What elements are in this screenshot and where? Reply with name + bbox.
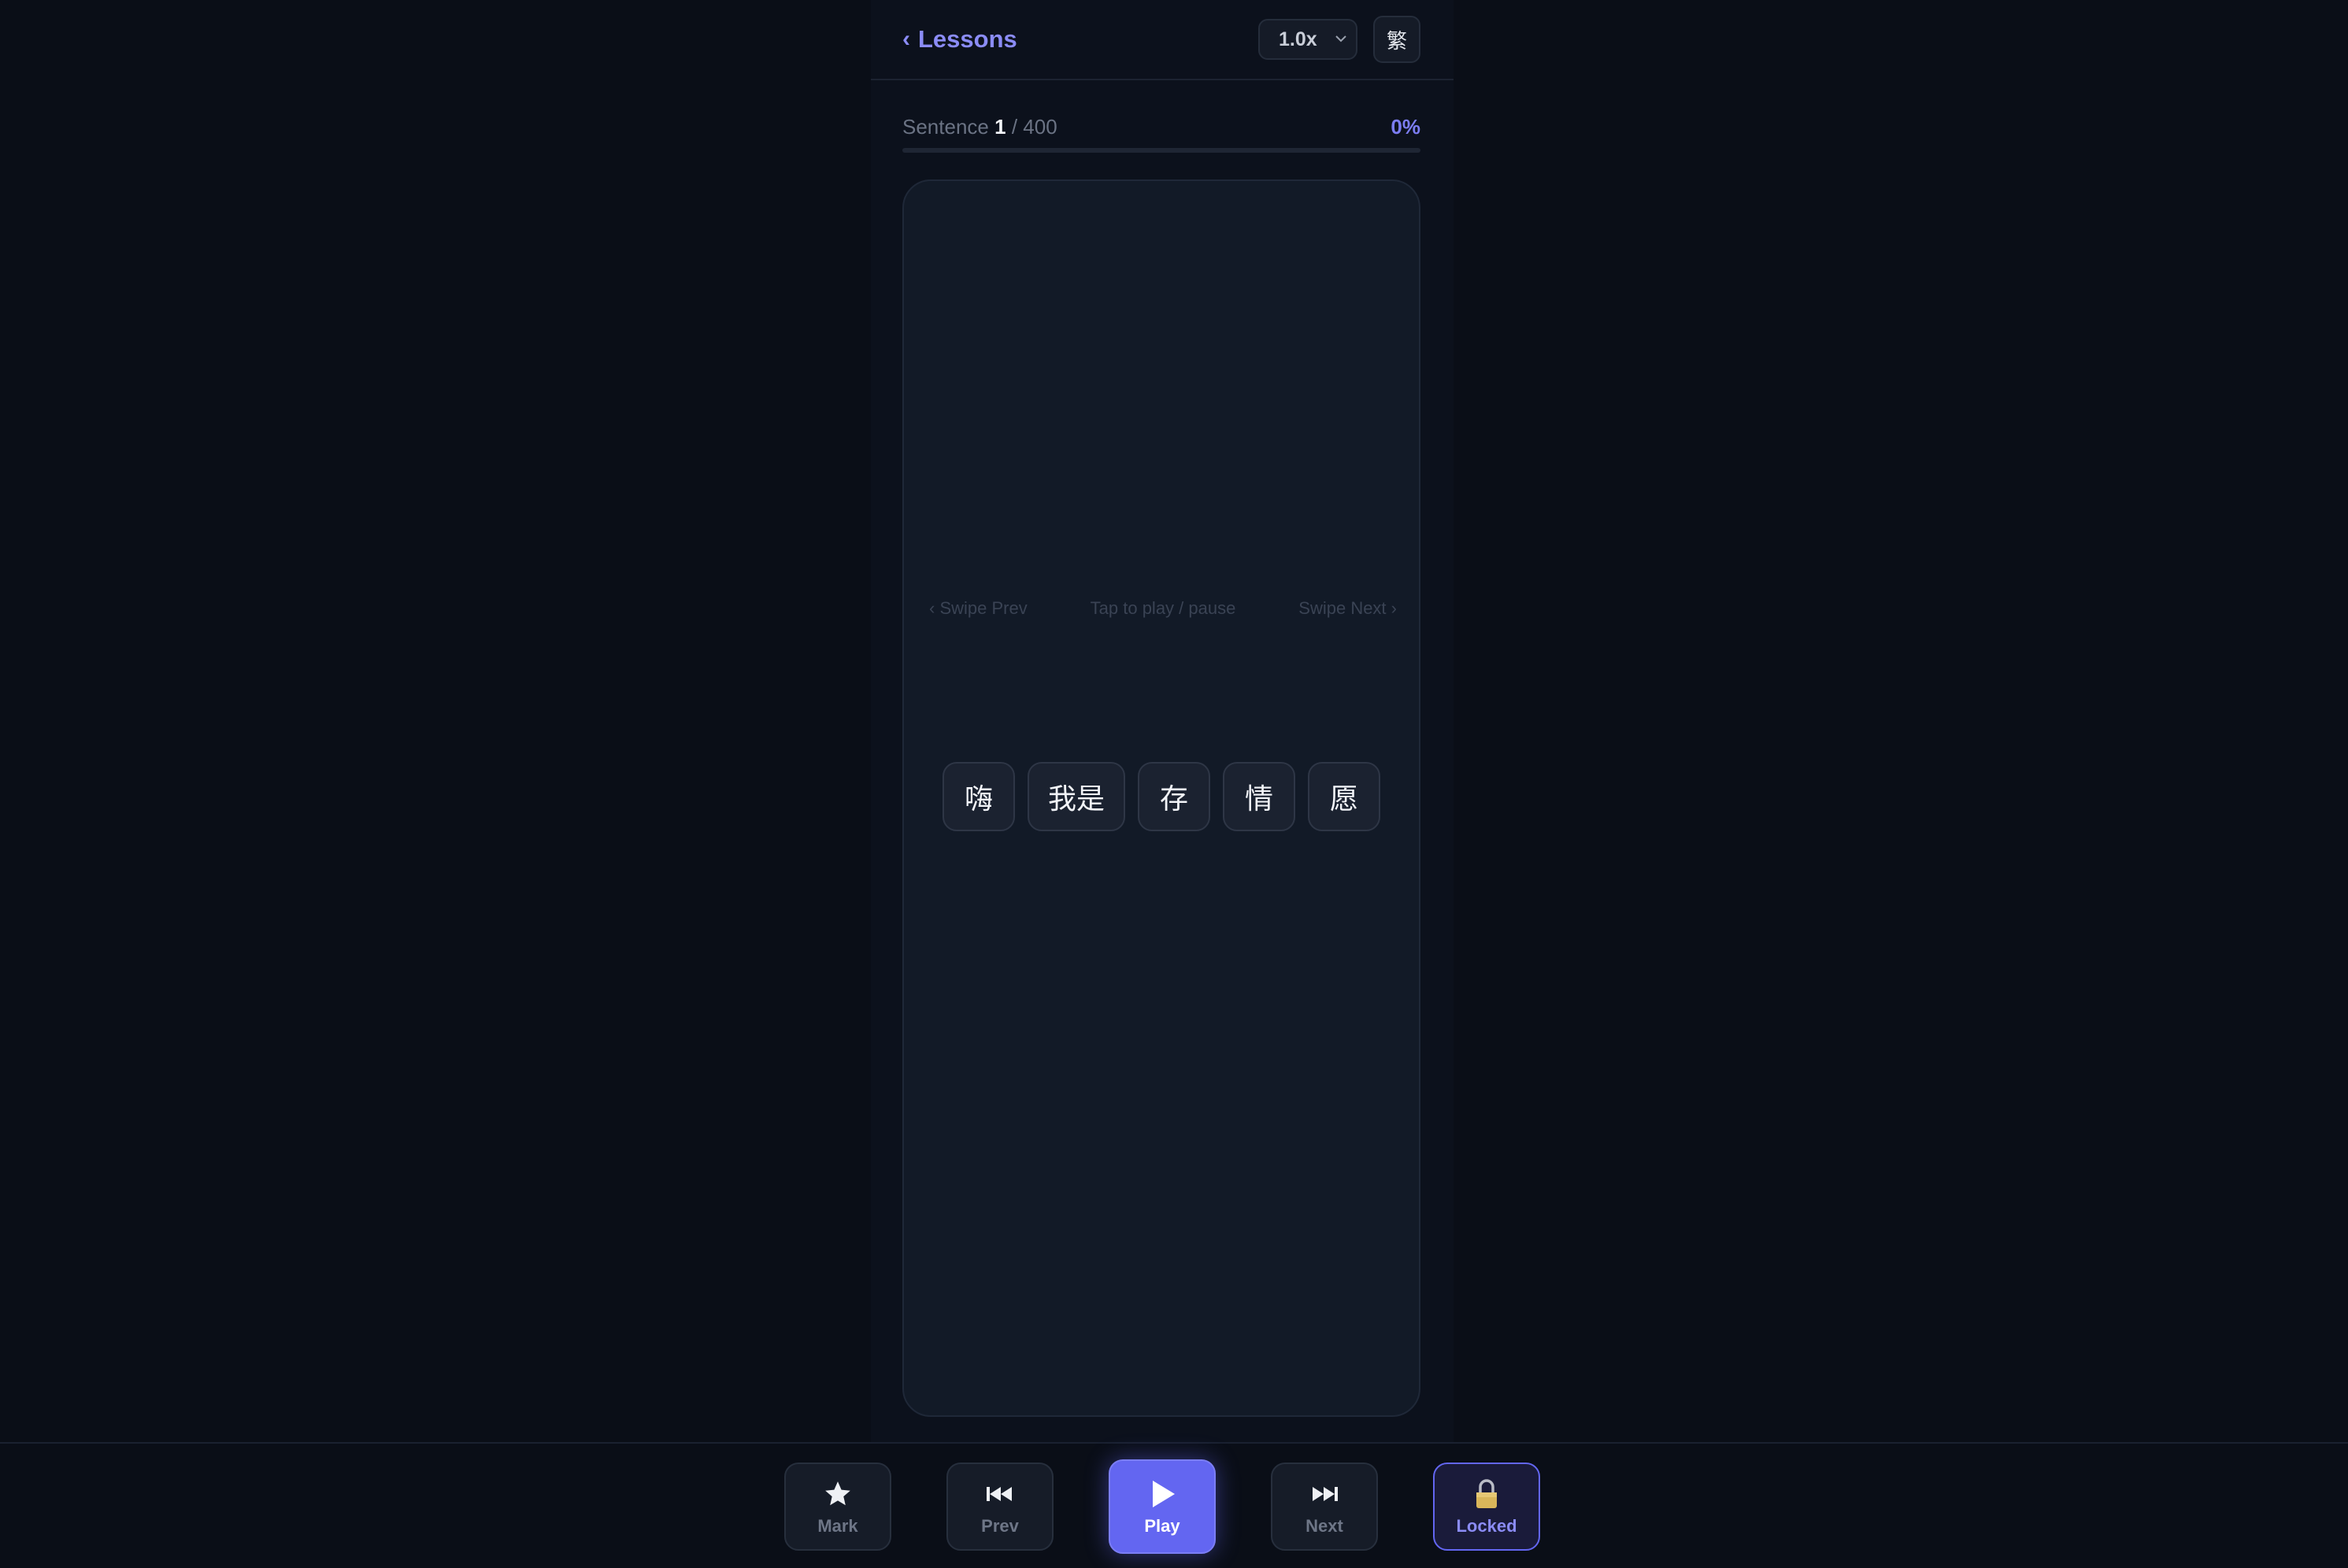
mark-button[interactable]: Mark: [784, 1463, 891, 1551]
progress-bar: [902, 148, 1420, 153]
word-chip[interactable]: 存: [1138, 762, 1210, 831]
play-icon: [1148, 1477, 1176, 1511]
lock-button[interactable]: Locked: [1433, 1463, 1540, 1551]
reader-column: ‹ Lessons 1.0x 繁 Sentence 1 / 400 0% Tap…: [871, 0, 1454, 1442]
hint-swipe-prev: ‹ Swipe Prev: [929, 598, 1028, 618]
sentence-progress: Sentence 1 / 400 0%: [902, 113, 1420, 140]
mark-label: Mark: [817, 1516, 858, 1536]
back-label: Lessons: [918, 25, 1017, 53]
playback-controls-bar: Mark Prev Play Next Locked: [0, 1442, 2348, 1568]
script-toggle-label: 繁: [1386, 28, 1407, 53]
sentence-label: Sentence: [902, 114, 989, 139]
hint-swipe-next: Swipe Next ›: [1298, 598, 1397, 618]
chevron-left-icon: ‹: [902, 26, 910, 52]
prev-label: Prev: [981, 1516, 1019, 1536]
app-root: ‹ Lessons 1.0x 繁 Sentence 1 / 400 0% Tap…: [0, 0, 2348, 1568]
next-button[interactable]: Next: [1271, 1463, 1378, 1551]
star-icon: [823, 1477, 853, 1511]
word-chips: 嗨 我是 存 情 愿: [904, 762, 1419, 831]
word-chip[interactable]: 情: [1223, 762, 1295, 831]
back-to-lessons-link[interactable]: ‹ Lessons: [902, 22, 1017, 57]
prev-button[interactable]: Prev: [946, 1463, 1054, 1551]
total-sentences: 400: [1023, 114, 1057, 139]
sentence-counter: Sentence 1 / 400: [902, 115, 1057, 139]
sentence-card[interactable]: Tap to play / pause ‹ Swipe Prev Swipe N…: [902, 179, 1420, 1417]
skip-back-icon: [985, 1477, 1015, 1511]
play-label: Play: [1144, 1516, 1180, 1536]
speed-value: 1.0x: [1279, 28, 1317, 50]
playback-speed-select[interactable]: 1.0x: [1258, 19, 1357, 60]
chevron-down-icon: [1335, 35, 1346, 43]
locked-label: Locked: [1456, 1516, 1517, 1536]
next-label: Next: [1305, 1516, 1343, 1536]
progress-percent: 0%: [1391, 114, 1420, 139]
separator: /: [1011, 114, 1018, 139]
word-chip[interactable]: 愿: [1308, 762, 1380, 831]
lock-icon: [1473, 1477, 1500, 1511]
current-sentence: 1: [994, 114, 1006, 139]
play-button[interactable]: Play: [1109, 1459, 1216, 1554]
gesture-hints: Tap to play / pause ‹ Swipe Prev Swipe N…: [904, 598, 1422, 627]
word-chip[interactable]: 嗨: [942, 762, 1015, 831]
top-bar: ‹ Lessons 1.0x 繁: [871, 0, 1454, 80]
traditional-chinese-toggle[interactable]: 繁: [1373, 16, 1420, 63]
skip-forward-icon: [1309, 1477, 1339, 1511]
word-chip[interactable]: 我是: [1027, 762, 1125, 831]
